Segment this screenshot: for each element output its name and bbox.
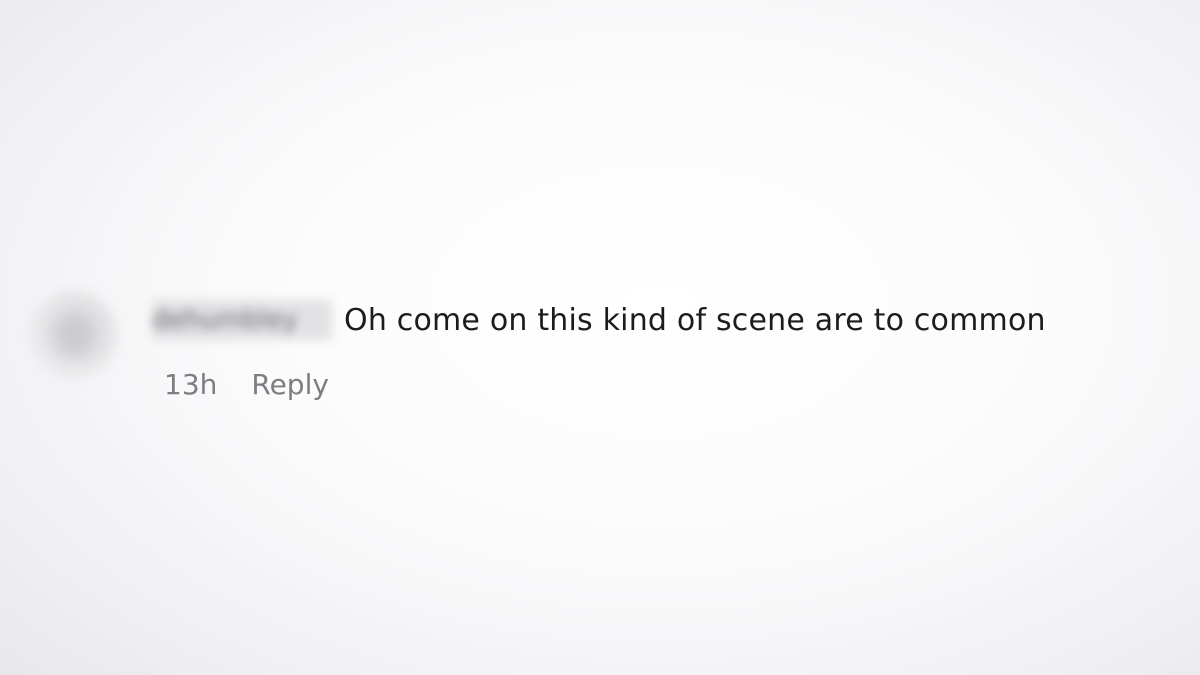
timestamp[interactable]: 13h [164,368,217,401]
reply-button[interactable]: Reply [251,368,329,401]
username-text: dehumbley [152,300,332,340]
avatar[interactable] [28,290,118,380]
comment-meta: 13h Reply [164,368,329,401]
comment-item: dehumbley Oh come on this kind of scene … [22,282,1192,422]
avatar-image [54,314,94,356]
username[interactable]: dehumbley [152,300,332,340]
comment-line: dehumbley Oh come on this kind of scene … [152,292,1046,348]
comment-text: Oh come on this kind of scene are to com… [344,302,1046,338]
